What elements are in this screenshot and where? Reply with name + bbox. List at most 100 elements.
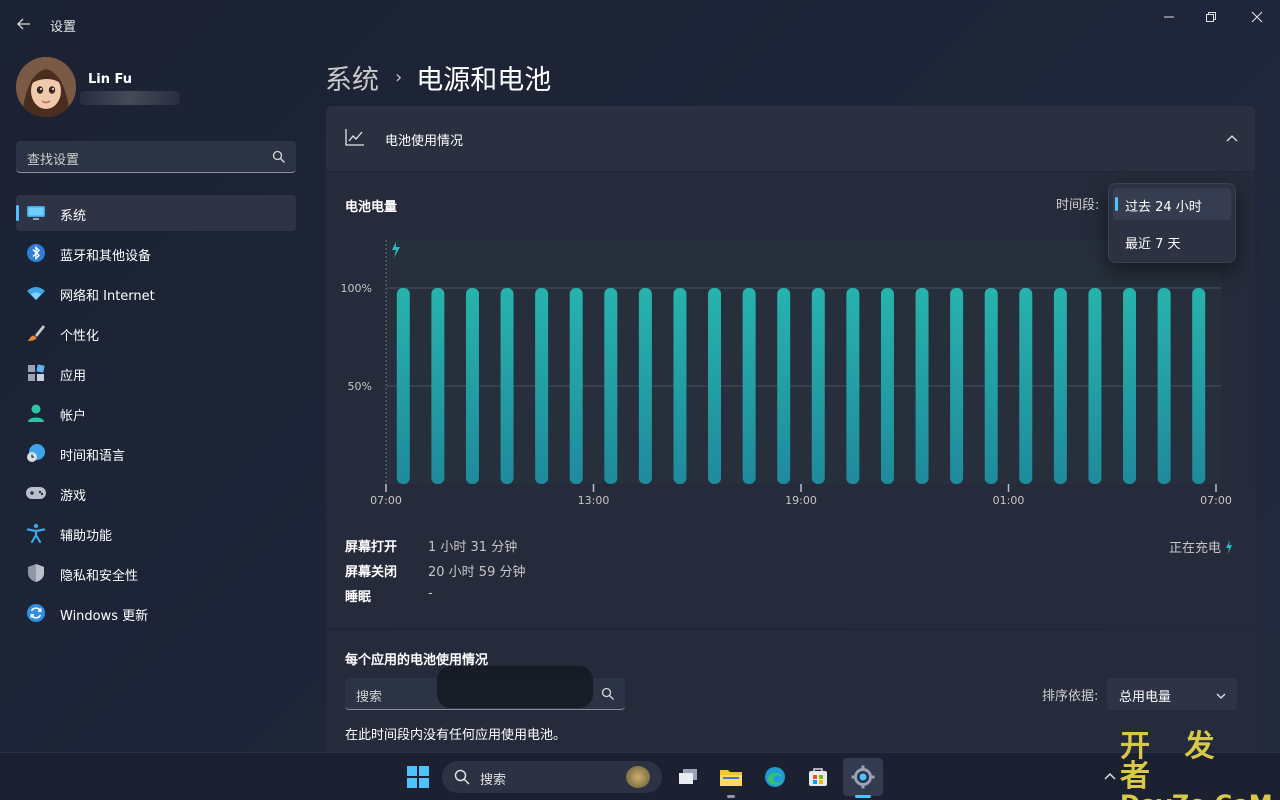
person-icon	[25, 402, 47, 424]
bar-11:00	[535, 288, 549, 484]
bar-05:00	[1157, 288, 1171, 484]
stat-value: 1 小时 31 分钟	[428, 540, 518, 555]
close-button[interactable]	[1234, 4, 1280, 30]
brush-icon	[25, 322, 47, 344]
stat-label: 睡眠	[345, 590, 372, 605]
chevron-up-icon[interactable]	[1226, 130, 1238, 149]
sidebar-item-accounts[interactable]: 帐户	[16, 395, 296, 431]
sort-dropdown[interactable]: 总用电量	[1107, 678, 1237, 710]
sidebar-item-label: Windows 更新	[60, 609, 149, 624]
stat-label: 屏幕打开	[345, 540, 398, 555]
task-view-button[interactable]	[670, 761, 706, 793]
restore-icon	[1206, 12, 1216, 22]
bar-15:00	[673, 288, 687, 484]
sidebar-item-label: 时间和语言	[60, 449, 126, 464]
sidebar-item-personalization[interactable]: 个性化	[16, 315, 296, 351]
period-option-24h[interactable]: 过去 24 小时	[1113, 188, 1231, 220]
sidebar-item-time-language[interactable]: 时间和语言	[16, 435, 296, 471]
back-button[interactable]	[10, 10, 38, 38]
bar-04:00	[1123, 288, 1137, 484]
sidebar-item-label: 隐私和安全性	[60, 569, 139, 584]
bar-19:00	[811, 288, 825, 484]
title-bar: 设置	[0, 0, 1280, 48]
monitor-icon	[25, 202, 47, 224]
empty-message: 在此时间段内没有任何应用使用电池。	[345, 728, 567, 743]
sidebar-item-label: 网络和 Internet	[60, 289, 155, 304]
battery-usage-expander[interactable]: 电池使用情况	[326, 106, 1255, 171]
maximize-button[interactable]	[1188, 4, 1234, 30]
minimize-button[interactable]	[1146, 4, 1192, 30]
update-icon	[25, 602, 47, 624]
sidebar-item-bluetooth[interactable]: 蓝牙和其他设备	[16, 235, 296, 271]
chart-title: 电池电量	[345, 200, 398, 215]
sort-value: 总用电量	[1119, 690, 1172, 705]
page-title: 电源和电池	[416, 65, 552, 96]
stat-label: 屏幕关闭	[345, 565, 398, 580]
stat-value: -	[428, 586, 433, 601]
search-highlight-image	[626, 766, 650, 788]
bar-02:00	[1053, 288, 1067, 484]
charging-status-text: 正在充电	[1168, 541, 1221, 556]
sidebar-item-apps[interactable]: 应用	[16, 355, 296, 391]
bar-00:00	[984, 288, 998, 484]
settings-search-input[interactable]: 查找设置	[16, 141, 296, 173]
sidebar-item-privacy-security[interactable]: 隐私和安全性	[16, 555, 296, 591]
bar-03:00	[1088, 288, 1102, 484]
settings-app-icon[interactable]	[845, 761, 881, 793]
search-icon	[272, 149, 286, 168]
sidebar-item-gaming[interactable]: 游戏	[16, 475, 296, 511]
bar-23:00	[950, 288, 964, 484]
edge-button[interactable]	[757, 761, 793, 793]
sidebar-item-label: 游戏	[60, 489, 87, 504]
arrow-left-icon	[17, 18, 30, 30]
accessibility-icon	[25, 522, 47, 544]
bar-07:00	[396, 288, 410, 484]
bar-08:00	[431, 288, 445, 484]
bar-16:00	[708, 288, 722, 484]
file-explorer-button[interactable]	[713, 761, 749, 793]
period-option-7d[interactable]: 最近 7 天	[1113, 225, 1231, 257]
watermark: 开 发 者 DevZe.CoM	[1120, 732, 1280, 800]
avatar[interactable]	[16, 57, 76, 117]
period-label: 时间段:	[1056, 198, 1100, 213]
y-tick-label: 100%	[341, 282, 372, 295]
bar-14:00	[638, 288, 652, 484]
wifi-icon	[25, 282, 47, 304]
task-view-icon	[679, 769, 697, 784]
sidebar-item-system[interactable]: 系统	[16, 195, 296, 231]
user-email-redacted	[80, 91, 180, 105]
close-icon	[1251, 11, 1263, 23]
option-label: 最近 7 天	[1125, 237, 1181, 252]
y-tick-label: 50%	[348, 380, 372, 393]
chevron-up-icon	[1104, 773, 1116, 780]
redacted-overlay	[437, 666, 593, 708]
watermark-line2: DevZe.CoM	[1120, 792, 1280, 800]
taskbar: 搜索	[0, 752, 1280, 800]
sidebar-item-label: 应用	[60, 369, 87, 384]
sidebar-item-windows-update[interactable]: Windows 更新	[16, 595, 296, 631]
chevron-right-icon: ›	[395, 67, 403, 88]
taskbar-search[interactable]: 搜索	[442, 761, 662, 793]
windows-logo-icon	[407, 766, 429, 788]
bar-20:00	[846, 288, 860, 484]
edge-icon	[765, 767, 785, 787]
bluetooth-icon	[25, 242, 47, 264]
sidebar-item-network[interactable]: 网络和 Internet	[16, 275, 296, 311]
app-title: 设置	[50, 20, 77, 35]
bar-09:00	[465, 288, 479, 484]
sidebar-item-label: 帐户	[60, 409, 87, 424]
sidebar-item-label: 蓝牙和其他设备	[60, 249, 152, 264]
breadcrumb-parent[interactable]: 系统	[325, 58, 379, 97]
bar-22:00	[915, 288, 929, 484]
apps-icon	[25, 362, 47, 384]
sidebar-item-accessibility[interactable]: 辅助功能	[16, 515, 296, 551]
start-button[interactable]	[400, 761, 436, 793]
gear-icon	[851, 765, 875, 789]
folder-icon	[720, 770, 742, 786]
app-search-input[interactable]: 搜索	[345, 666, 625, 710]
line-chart-icon	[345, 128, 365, 150]
watermark-line1: 开 发 者	[1120, 729, 1227, 794]
shield-icon	[25, 562, 47, 584]
bar-12:00	[569, 288, 583, 484]
store-button[interactable]	[800, 761, 836, 793]
